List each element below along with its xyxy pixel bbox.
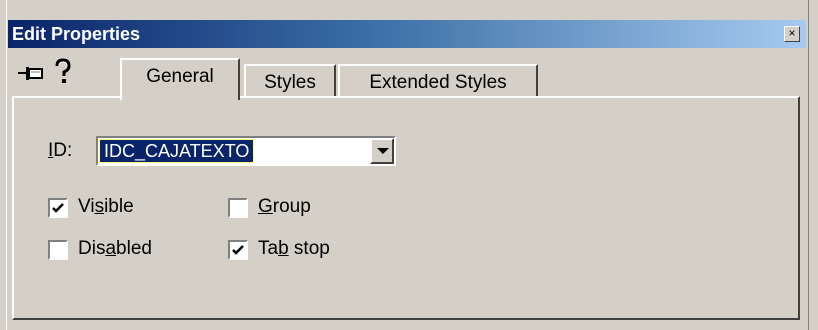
check-icon <box>232 245 244 255</box>
dropdown-button[interactable] <box>370 138 394 164</box>
right-frame <box>808 0 818 330</box>
id-combobox[interactable]: IDC_CAJATEXTO <box>96 136 396 166</box>
left-frame <box>0 0 7 330</box>
tab-extended-styles[interactable]: Extended Styles <box>338 64 538 98</box>
visible-label: Visible <box>78 196 134 217</box>
chevron-down-icon <box>377 148 389 154</box>
visible-checkbox-box[interactable] <box>48 198 68 218</box>
pushpin-icon[interactable] <box>16 60 46 86</box>
close-button[interactable]: × <box>784 26 800 42</box>
group-checkbox-box[interactable] <box>228 198 248 218</box>
disabled-label: Disabled <box>78 238 152 259</box>
tab-extended-styles-label: Extended Styles <box>369 72 507 93</box>
tab-general-label: General <box>146 66 214 87</box>
tab-stop-checkbox-box[interactable] <box>228 240 248 260</box>
edit-properties-window: Edit Properties × General Styles Extende… <box>8 8 806 324</box>
id-label: ID: <box>48 140 73 161</box>
tab-general[interactable]: General <box>120 58 240 100</box>
id-value[interactable]: IDC_CAJATEXTO <box>98 139 255 163</box>
tab-styles[interactable]: Styles <box>244 64 336 98</box>
check-icon <box>52 203 64 213</box>
help-icon[interactable] <box>52 58 74 86</box>
close-icon: × <box>788 26 796 40</box>
tab-stop-label: Tab stop <box>258 238 330 259</box>
general-tab-panel: ID: IDC_CAJATEXTO Visible Group Disabled <box>12 96 800 320</box>
tab-styles-label: Styles <box>264 72 316 93</box>
group-label: Group <box>258 196 311 217</box>
window-title: Edit Properties <box>12 24 141 44</box>
disabled-checkbox-box[interactable] <box>48 240 68 260</box>
title-bar[interactable]: Edit Properties × <box>8 20 806 48</box>
